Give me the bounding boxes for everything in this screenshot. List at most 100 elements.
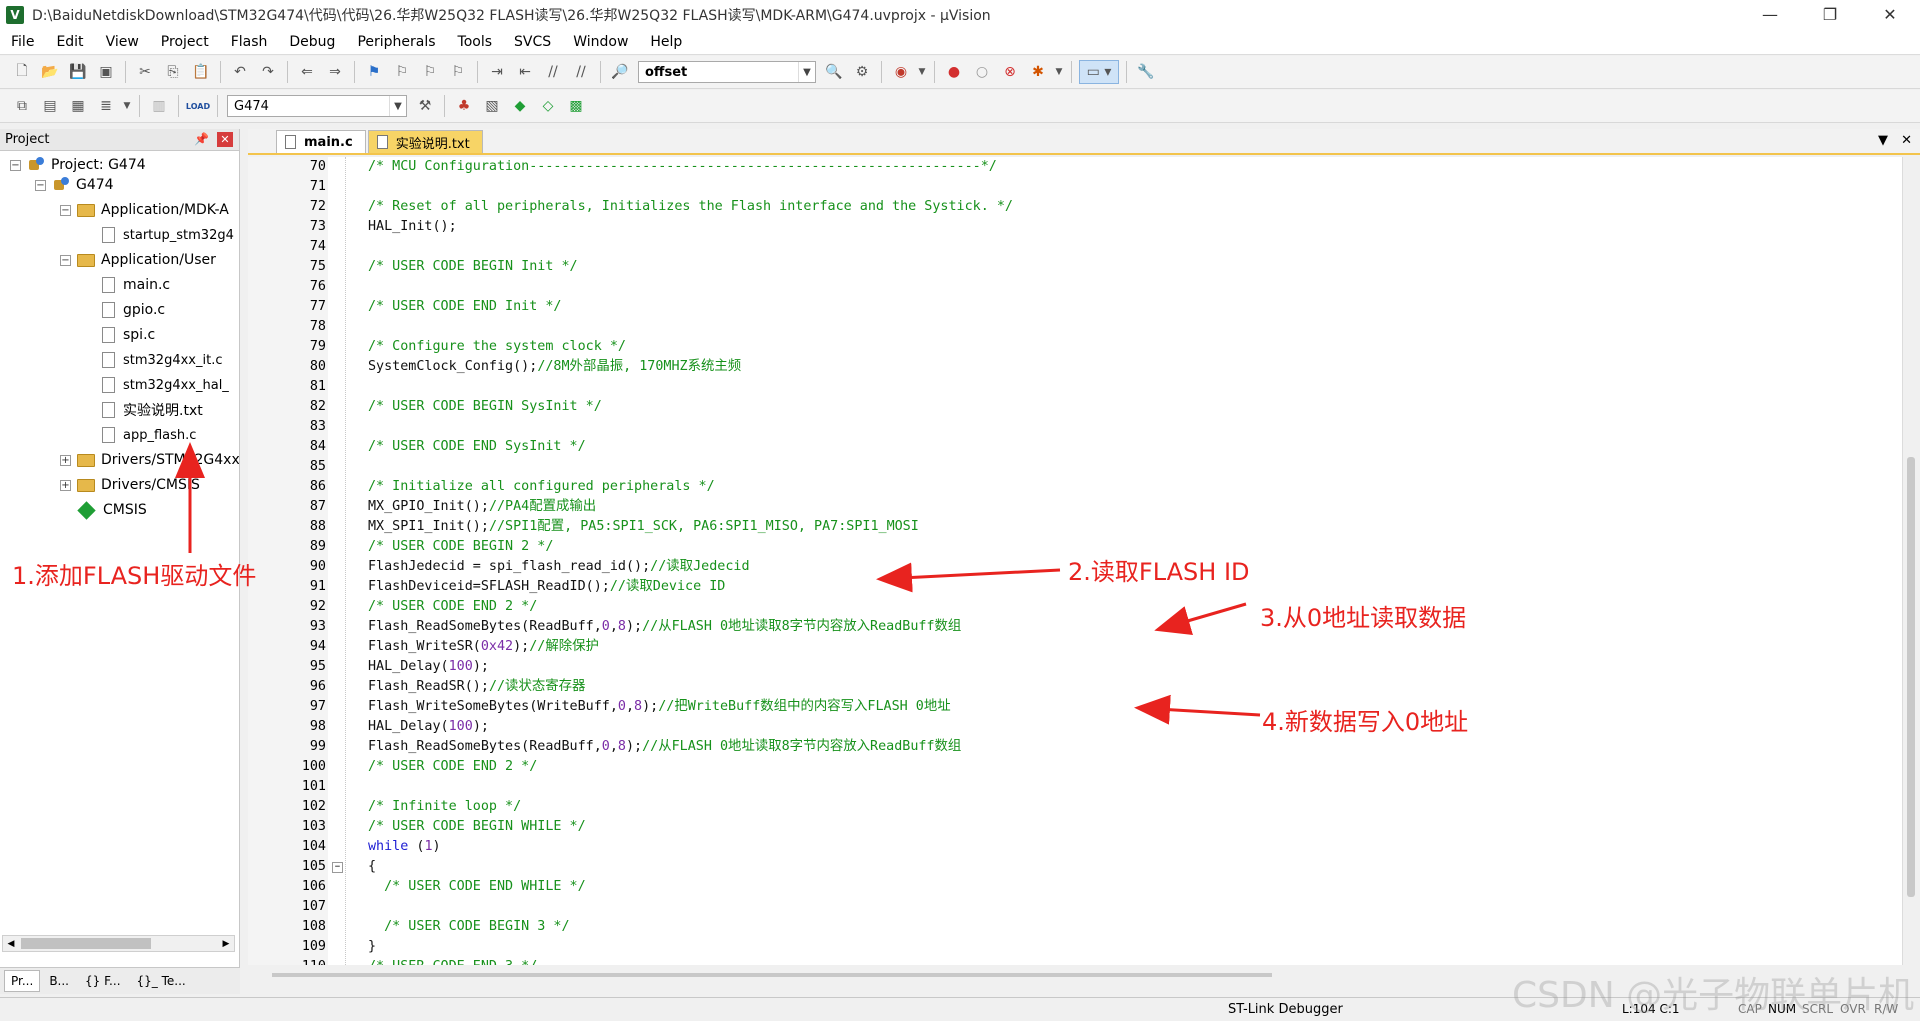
target-select[interactable]: G474 ▼ (227, 95, 407, 117)
code-line[interactable]: 103 /* USER CODE BEGIN WHILE */ (248, 817, 1888, 837)
save-all-icon[interactable]: ▣ (94, 60, 118, 84)
maximize-button[interactable]: ❐ (1800, 0, 1860, 29)
undo-icon[interactable]: ↶ (228, 60, 252, 84)
scroll-thumb[interactable] (272, 973, 1272, 977)
tab-readme-txt[interactable]: 实验说明.txt (367, 130, 483, 153)
paste-icon[interactable]: 📋 (189, 60, 213, 84)
tree-node-target[interactable]: − G474 (35, 173, 114, 197)
bookmark-icon[interactable]: ⚑ (362, 60, 386, 84)
code-line[interactable]: 93 Flash_ReadSomeBytes(ReadBuff,0,8);//从F… (248, 617, 1888, 637)
code-line[interactable]: 74 (248, 237, 1888, 257)
code-line[interactable]: 70 /* MCU Configuration------------------… (248, 157, 1888, 177)
code-line[interactable]: 105− { (248, 857, 1888, 877)
menu-tools[interactable]: Tools (447, 34, 504, 50)
menu-window[interactable]: Window (562, 34, 639, 50)
find-combo[interactable]: offset ▼ (638, 61, 816, 83)
code-line[interactable]: 98 HAL_Delay(100); (248, 717, 1888, 737)
tree-file-spi[interactable]: spi.c (102, 323, 155, 347)
tree-node-group-mdk[interactable]: − Application/MDK-A (60, 198, 229, 222)
find-in-files-icon[interactable]: 🔎 (608, 60, 632, 84)
tab-templates[interactable]: {}_ Te... (130, 970, 193, 992)
debug-session-icon[interactable]: ◉ (889, 60, 913, 84)
code-line[interactable]: 104 while (1) (248, 837, 1888, 857)
tree-file-app-flash[interactable]: app_flash.c (102, 423, 196, 447)
chevron-down-icon[interactable]: ▼ (389, 96, 406, 116)
code-line[interactable]: 92 /* USER CODE END 2 */ (248, 597, 1888, 617)
window-layout-icon[interactable]: ▭ ▾ (1079, 60, 1119, 84)
tree-node-startup[interactable]: startup_stm32g4 (102, 223, 234, 247)
tree-node-cmsis[interactable]: CMSIS (77, 498, 147, 522)
cut-icon[interactable]: ✂ (133, 60, 157, 84)
stop-build-icon[interactable]: ▥ (147, 94, 171, 118)
code-line[interactable]: 82 /* USER CODE BEGIN SysInit */ (248, 397, 1888, 417)
tab-project[interactable]: Pr... (4, 970, 41, 992)
code-line[interactable]: 79 /* Configure the system clock */ (248, 337, 1888, 357)
dropdown-arrow-icon[interactable]: ▼ (1054, 60, 1064, 84)
save-icon[interactable]: 💾 (66, 60, 90, 84)
code-line[interactable]: 85 (248, 457, 1888, 477)
rebuild-icon[interactable]: ▦ (66, 94, 90, 118)
project-horizontal-scrollbar[interactable]: ◀ ▶ (2, 935, 235, 952)
redo-icon[interactable]: ↷ (256, 60, 280, 84)
code-line[interactable]: 106 /* USER CODE END WHILE */ (248, 877, 1888, 897)
tree-node-drivers-stm[interactable]: + Drivers/STM32G4xx_ (60, 448, 239, 472)
menu-edit[interactable]: Edit (45, 34, 94, 50)
clear-bookmarks-icon[interactable]: ⚐ (446, 60, 470, 84)
menu-flash[interactable]: Flash (220, 34, 279, 50)
scroll-right-icon[interactable]: ▶ (218, 936, 234, 951)
code-line[interactable]: 97 Flash_WriteSomeBytes(WriteBuff,0,8);//… (248, 697, 1888, 717)
close-window-button[interactable]: ✕ (1860, 0, 1920, 29)
prev-bookmark-icon[interactable]: ⚐ (390, 60, 414, 84)
download-load-icon[interactable]: LOAD (186, 94, 210, 118)
breakpoint-icon[interactable]: ● (942, 60, 966, 84)
collapse-icon[interactable]: − (60, 204, 71, 216)
build-icon[interactable]: ▤ (38, 94, 62, 118)
new-file-icon[interactable]: 🗋 (10, 60, 34, 84)
code-line[interactable]: 94 Flash_WriteSR(0x42);//解除保护 (248, 637, 1888, 657)
target-options-icon[interactable]: ⚒ (413, 94, 437, 118)
code-line[interactable]: 83 (248, 417, 1888, 437)
fold-toggle-icon[interactable]: − (332, 862, 343, 873)
code-line[interactable]: 110 /* USER CODE END 3 */ (248, 957, 1888, 965)
code-line[interactable]: 72 /* Reset of all peripherals, Initializ… (248, 197, 1888, 217)
next-bookmark-icon[interactable]: ⚐ (418, 60, 442, 84)
pack-installer-icon[interactable]: ▩ (564, 94, 588, 118)
code-line[interactable]: 100 /* USER CODE END 2 */ (248, 757, 1888, 777)
tree-file-readme[interactable]: 实验说明.txt (102, 398, 203, 422)
scroll-thumb[interactable] (1907, 457, 1915, 897)
pin-icon[interactable]: 📌 (194, 132, 209, 146)
tab-list-icon[interactable]: ▼ (1878, 133, 1888, 148)
scroll-thumb[interactable] (21, 938, 151, 949)
code-line[interactable]: 76 (248, 277, 1888, 297)
tree-file-it[interactable]: stm32g4xx_it.c (102, 348, 222, 372)
nav-forward-icon[interactable]: ⇒ (323, 60, 347, 84)
indent-icon[interactable]: ⇥ (485, 60, 509, 84)
manage-components-icon[interactable]: ♣ (452, 94, 476, 118)
file-extensions-icon[interactable]: ▧ (480, 94, 504, 118)
nav-back-icon[interactable]: ⇐ (295, 60, 319, 84)
select-packs-icon[interactable]: ◇ (536, 94, 560, 118)
menu-svcs[interactable]: SVCS (503, 34, 562, 50)
dropdown-arrow-icon[interactable]: ▼ (917, 60, 927, 84)
menu-peripherals[interactable]: Peripherals (346, 34, 446, 50)
code-line[interactable]: 86 /* Initialize all configured periphera… (248, 477, 1888, 497)
menu-help[interactable]: Help (639, 34, 693, 50)
scroll-left-icon[interactable]: ◀ (3, 936, 19, 951)
code-line[interactable]: 80 SystemClock_Config();//8M外部晶振, 170MHZ系… (248, 357, 1888, 377)
close-tab-icon[interactable]: ✕ (1901, 133, 1912, 148)
translate-icon[interactable]: ⧉ (10, 94, 34, 118)
kill-breakpoints-icon[interactable]: ⊗ (998, 60, 1022, 84)
code-line[interactable]: 99 Flash_ReadSomeBytes(ReadBuff,0,8);//从F… (248, 737, 1888, 757)
incremental-find-icon[interactable]: ⚙ (850, 60, 874, 84)
comment-icon[interactable]: // (541, 60, 565, 84)
code-line[interactable]: 109} (248, 937, 1888, 957)
code-line[interactable]: 88 MX_SPI1_Init();//SPI1配置, PA5:SPI1_SCK,… (248, 517, 1888, 537)
chevron-down-icon[interactable]: ▼ (798, 62, 815, 82)
code-line[interactable]: 71 (248, 177, 1888, 197)
code-line[interactable]: 84 /* USER CODE END SysInit */ (248, 437, 1888, 457)
uncomment-icon[interactable]: /∕ (569, 60, 593, 84)
tab-main-c[interactable]: main.c (276, 130, 366, 153)
tree-file-hal[interactable]: stm32g4xx_hal_ (102, 373, 229, 397)
code-line[interactable]: 81 (248, 377, 1888, 397)
code-line[interactable]: 101 (248, 777, 1888, 797)
